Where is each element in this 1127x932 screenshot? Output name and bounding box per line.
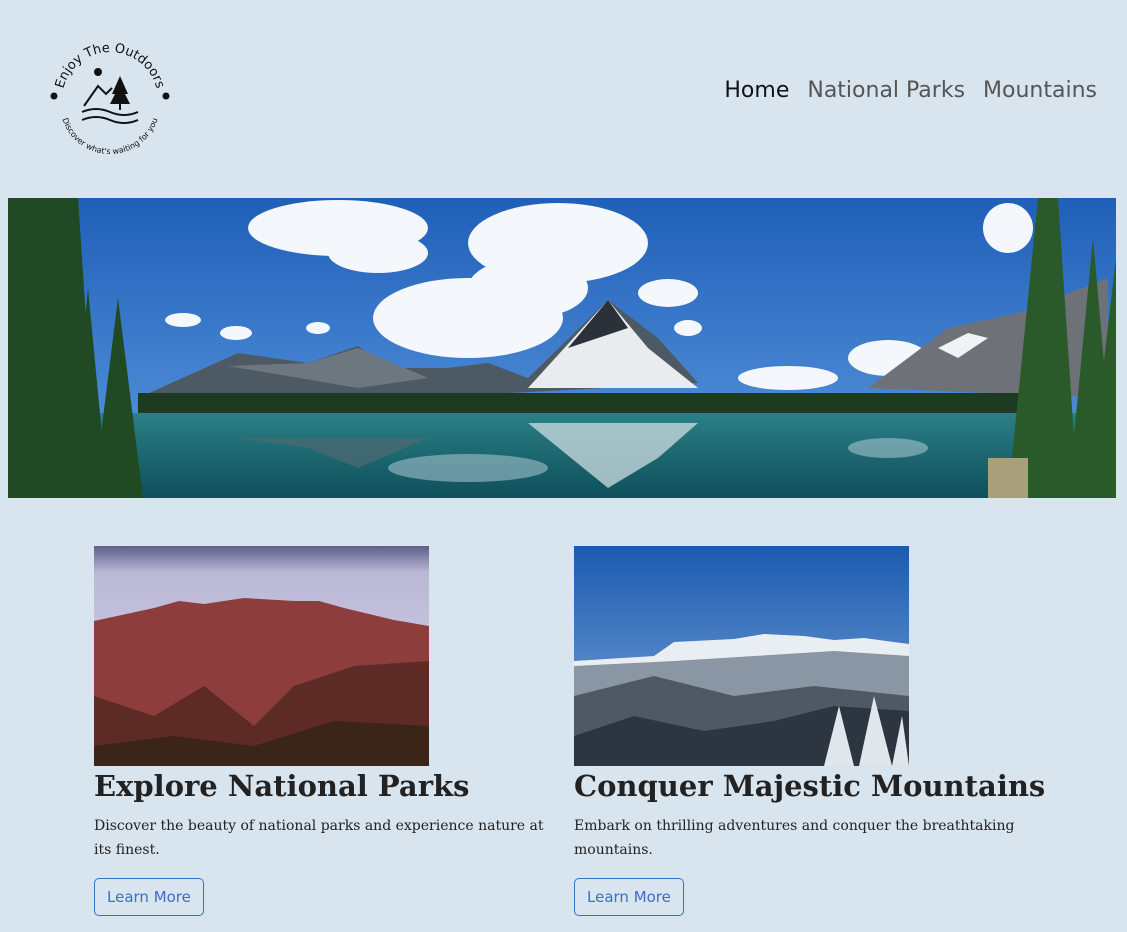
learn-more-button[interactable]: Learn More: [574, 878, 684, 916]
card-description: Discover the beauty of national parks an…: [94, 818, 544, 858]
logo-graphic: Enjoy The Outdoors Discover what's waiti…: [50, 41, 170, 156]
logo-top-text: Enjoy The Outdoors: [53, 41, 168, 90]
nav-national-parks-link[interactable]: National Parks: [807, 78, 965, 103]
nav-home-link[interactable]: Home: [724, 78, 789, 103]
mountain-tree-icon: [81, 68, 139, 124]
card-title: Explore National Parks: [94, 769, 470, 803]
logo-dot-left: [50, 92, 58, 100]
card-title: Conquer Majestic Mountains: [574, 769, 1046, 803]
nav-mountains-link[interactable]: Mountains: [983, 78, 1097, 103]
card-national-parks: Explore National Parks Discover the beau…: [94, 546, 564, 916]
logo-bottom-text: Discover what's waiting for you: [60, 117, 159, 156]
mountain-image: [574, 546, 909, 766]
card-mountains: Conquer Majestic Mountains Embark on thr…: [574, 546, 1046, 916]
card-description: Embark on thrilling adventures and conqu…: [574, 818, 1015, 858]
national-park-image: [94, 546, 429, 766]
site-logo[interactable]: Enjoy The Outdoors Discover what's waiti…: [40, 28, 180, 168]
logo-dot-right: [162, 92, 170, 100]
learn-more-button[interactable]: Learn More: [94, 878, 204, 916]
hero-banner-image: [8, 198, 1116, 498]
main-nav: Home National Parks Mountains: [724, 78, 1097, 103]
